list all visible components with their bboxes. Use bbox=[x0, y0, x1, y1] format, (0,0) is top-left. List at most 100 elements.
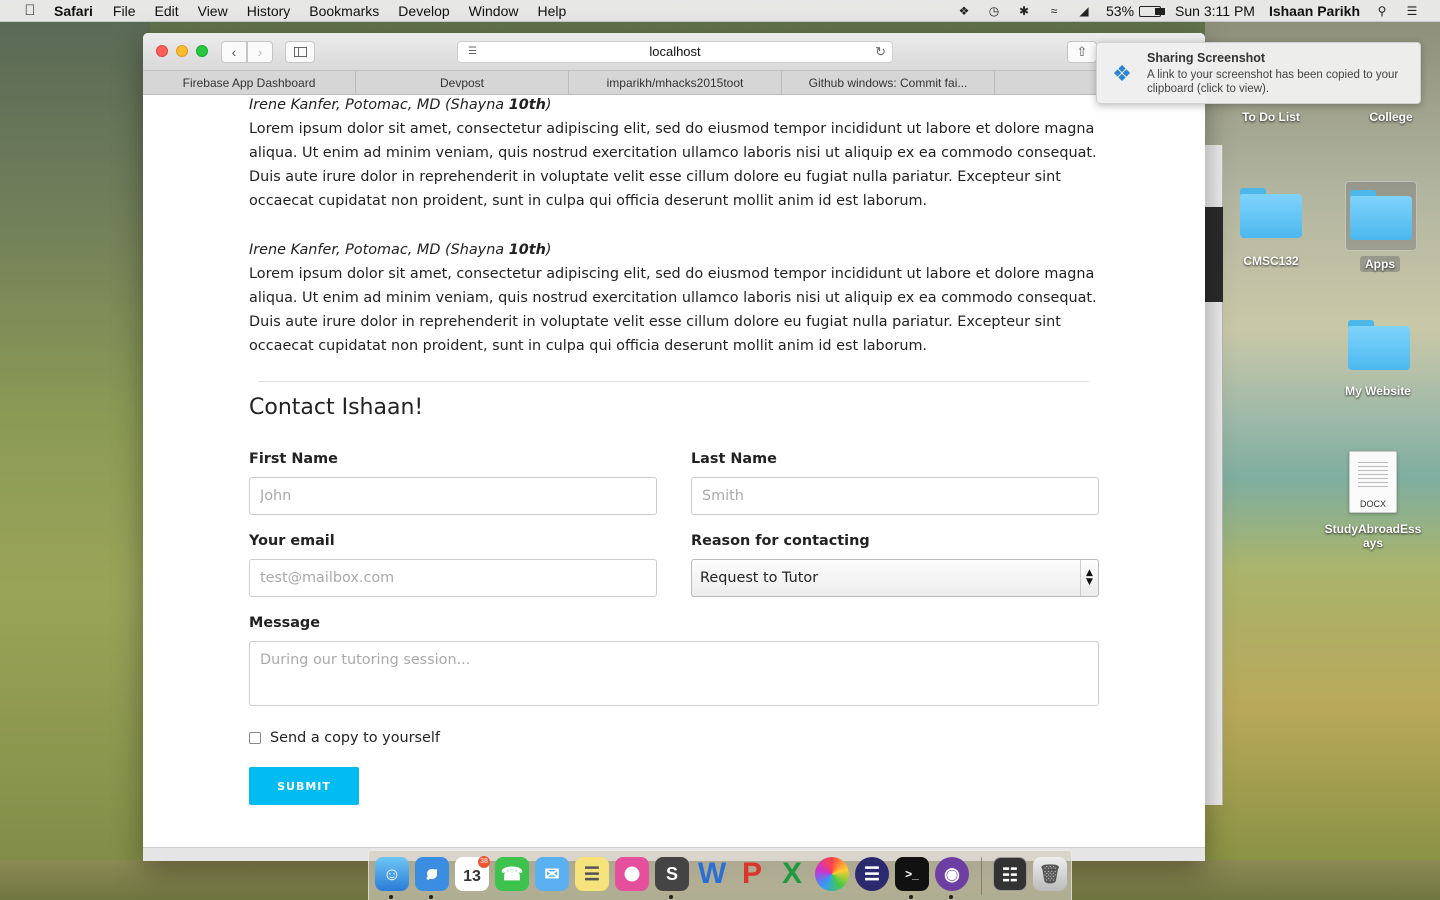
calendar-badge: 38 bbox=[478, 856, 490, 868]
activity-monitor-icon[interactable]: ☷ bbox=[993, 857, 1027, 891]
calendar-day: 13 bbox=[463, 868, 481, 885]
word-icon[interactable]: W bbox=[695, 857, 729, 891]
notification-title: Sharing Screenshot bbox=[1147, 51, 1266, 65]
terminal-icon[interactable]: >_ bbox=[895, 857, 929, 891]
background-window bbox=[1205, 145, 1223, 805]
dock-separator bbox=[981, 857, 982, 895]
desktop-icon-label[interactable]: Apps bbox=[1330, 257, 1430, 271]
testimonial: Irene Kanfer, Potomac, MD (Shayna 10th) … bbox=[249, 238, 1099, 358]
running-indicator bbox=[949, 895, 953, 899]
tab-github-windows[interactable]: Github windows: Commit fai... bbox=[782, 71, 995, 95]
safari-window: ‹ › ☰ localhost ↻ ⇧ Firebase App Dashboa… bbox=[143, 33, 1205, 861]
sidebar-toggle-button[interactable] bbox=[285, 41, 315, 63]
desktop-icon-label[interactable]: My Website bbox=[1328, 384, 1428, 398]
first-name-label: First Name bbox=[249, 451, 338, 467]
clock[interactable]: Sun 3:11 PM bbox=[1175, 3, 1255, 19]
eclipse-icon[interactable]: ☰ bbox=[855, 857, 889, 891]
page-content: Irene Kanfer, Potomac, MD (Shayna 10th) … bbox=[143, 95, 1205, 847]
testimonial-body: Lorem ipsum dolor sit amet, consectetur … bbox=[249, 121, 1097, 209]
github-icon[interactable]: ◉ bbox=[935, 857, 969, 891]
status-area: ❖ ◷ ✱ ≈ ◢ 53% Sun 3:11 PM Ishaan Parikh … bbox=[942, 0, 1440, 22]
send-copy-label[interactable]: Send a copy to yourself bbox=[270, 730, 440, 746]
section-divider bbox=[258, 381, 1089, 382]
docx-tag: DOCX bbox=[1359, 499, 1386, 509]
spotlight-search-icon[interactable]: ⚲ bbox=[1374, 4, 1390, 18]
testimonial-author: Irene Kanfer, Potomac, MD (Shayna 10th) bbox=[249, 242, 552, 258]
share-button[interactable]: ⇧ bbox=[1067, 41, 1097, 63]
reason-selected-value: Request to Tutor bbox=[700, 570, 819, 586]
time-machine-icon[interactable]: ◷ bbox=[986, 4, 1002, 18]
folder-icon[interactable] bbox=[1240, 188, 1302, 238]
reader-icon[interactable]: ☰ bbox=[466, 47, 479, 57]
powerpoint-icon[interactable]: P bbox=[735, 857, 769, 891]
folder-icon[interactable] bbox=[1350, 190, 1412, 240]
sharing-notification[interactable]: ❖ Sharing Screenshot A link to your scre… bbox=[1096, 42, 1421, 104]
forward-button[interactable]: › bbox=[247, 41, 273, 63]
send-copy-checkbox[interactable] bbox=[249, 732, 261, 744]
sublime-text-icon[interactable]: S bbox=[655, 857, 689, 891]
sidebar-icon bbox=[294, 47, 307, 57]
desktop-icon-label[interactable]: To Do List bbox=[1221, 110, 1321, 124]
dropbox-icon: ❖ bbox=[1112, 61, 1132, 86]
menu-develop[interactable]: Develop bbox=[398, 3, 449, 19]
minimize-window-button[interactable] bbox=[176, 45, 188, 57]
folder-icon[interactable] bbox=[1348, 320, 1410, 370]
desktop-icon-label[interactable]: CMSC132 bbox=[1221, 254, 1321, 268]
email-input[interactable] bbox=[249, 559, 657, 597]
menu-bookmarks[interactable]: Bookmarks bbox=[309, 3, 379, 19]
desktop-wallpaper-left bbox=[0, 22, 150, 900]
tab-mhacks-repo[interactable]: imparikh/mhacks2015toot bbox=[569, 71, 782, 95]
menu-bar:  Safari File Edit View History Bookmark… bbox=[0, 0, 1440, 22]
photos-icon[interactable] bbox=[815, 857, 849, 891]
notification-center-icon[interactable]: ☰ bbox=[1404, 4, 1420, 18]
menu-history[interactable]: History bbox=[247, 3, 291, 19]
tab-devpost[interactable]: Devpost bbox=[356, 71, 569, 95]
dropbox-status-icon[interactable]: ❖ bbox=[956, 4, 972, 18]
last-name-input[interactable] bbox=[691, 477, 1099, 515]
notification-body: A link to your screenshot has been copie… bbox=[1147, 69, 1399, 95]
battery-percent[interactable]: 53% bbox=[1106, 3, 1134, 19]
menu-edit[interactable]: Edit bbox=[154, 3, 178, 19]
bluetooth-icon[interactable]: ✱ bbox=[1016, 4, 1032, 18]
apple-menu-icon[interactable]:  bbox=[20, 2, 40, 19]
browser-toolbar: ‹ › ☰ localhost ↻ ⇧ bbox=[143, 33, 1205, 71]
menu-window[interactable]: Window bbox=[469, 3, 519, 19]
send-copy-row[interactable]: Send a copy to yourself bbox=[249, 730, 440, 746]
submit-button[interactable]: SUBMIT bbox=[249, 767, 359, 805]
menu-help[interactable]: Help bbox=[537, 3, 566, 19]
select-arrows-icon: ▲ ▼ bbox=[1080, 560, 1098, 596]
desktop-icon-label[interactable]: College bbox=[1341, 110, 1440, 124]
notes-icon[interactable]: ☰ bbox=[575, 857, 609, 891]
app-menu[interactable]: Safari bbox=[54, 3, 93, 19]
safari-icon[interactable]: ➚ bbox=[415, 857, 449, 891]
finder-icon[interactable]: ☺ bbox=[375, 857, 409, 891]
desktop-wallpaper-right bbox=[1205, 22, 1440, 900]
messages-icon[interactable]: ✉ bbox=[535, 857, 569, 891]
address-bar[interactable]: ☰ localhost ↻ bbox=[457, 41, 893, 63]
last-name-label: Last Name bbox=[691, 451, 777, 467]
menu-file[interactable]: File bbox=[113, 3, 136, 19]
user-menu[interactable]: Ishaan Parikh bbox=[1269, 3, 1360, 19]
reason-select[interactable]: Request to Tutor ▲ ▼ bbox=[691, 559, 1099, 597]
battery-icon[interactable] bbox=[1139, 5, 1166, 17]
document-icon[interactable]: DOCX bbox=[1349, 451, 1397, 513]
testimonial-author: Irene Kanfer, Potomac, MD (Shayna 10th) bbox=[249, 97, 552, 113]
volume-icon[interactable]: ◢ bbox=[1076, 4, 1092, 18]
menu-view[interactable]: View bbox=[198, 3, 228, 19]
running-indicator bbox=[429, 895, 433, 899]
facetime-icon[interactable]: ☎ bbox=[495, 857, 529, 891]
desktop-icon-label[interactable]: StudyAbroadEss ays bbox=[1321, 522, 1425, 550]
trash-icon[interactable]: 🗑 bbox=[1033, 857, 1067, 891]
contact-title: Contact Ishaan! bbox=[249, 395, 424, 420]
reload-icon[interactable]: ↻ bbox=[875, 42, 886, 62]
first-name-input[interactable] bbox=[249, 477, 657, 515]
back-button[interactable]: ‹ bbox=[221, 41, 247, 63]
close-window-button[interactable] bbox=[156, 45, 168, 57]
wifi-icon[interactable]: ≈ bbox=[1046, 4, 1062, 18]
tab-firebase[interactable]: Firebase App Dashboard bbox=[143, 71, 356, 95]
excel-icon[interactable]: X bbox=[775, 857, 809, 891]
fullscreen-window-button[interactable] bbox=[196, 45, 208, 57]
itunes-icon[interactable]: ♫ bbox=[615, 857, 649, 891]
message-textarea[interactable] bbox=[249, 641, 1099, 706]
running-indicator bbox=[669, 895, 673, 899]
